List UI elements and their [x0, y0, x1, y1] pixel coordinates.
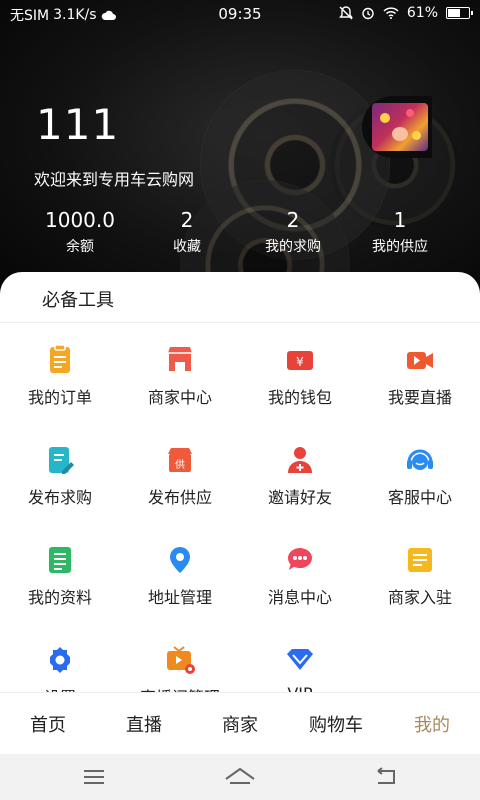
stat-label: 我的求购 [265, 239, 321, 255]
stat-value: 1 [393, 208, 407, 232]
wallet-icon: ¥ [284, 344, 316, 376]
wifi-icon [383, 7, 399, 19]
tab-live[interactable]: 直播 [96, 711, 192, 737]
vip-diamond-icon [284, 644, 316, 676]
tool-item[interactable]: 我的资料 [0, 532, 120, 622]
merchant-register-icon [404, 544, 436, 576]
tab-cart[interactable]: 购物车 [288, 711, 384, 737]
location-pin-icon [164, 544, 196, 576]
add-user-icon [284, 444, 316, 476]
tool-item[interactable]: ¥ 我的钱包 [240, 332, 360, 422]
tool-label: 消息中心 [267, 588, 332, 607]
tool-label: 发布求购 [27, 488, 92, 507]
profile-document-icon [44, 544, 76, 576]
tools-panel: 必备工具 我的订单 商家中心 ¥ 我的钱包 我要直播 发布求购供发布供应 邀请好友 客服中心我… [0, 272, 480, 692]
store-icon [164, 344, 196, 376]
tool-label: 地址管理 [147, 588, 212, 607]
stat-label: 余额 [66, 239, 94, 255]
svg-text:供: 供 [175, 458, 185, 471]
tab-mine[interactable]: 我的 [384, 711, 480, 737]
favorites-stat[interactable]: 2 收藏 [127, 208, 247, 256]
system-navigation-bar [0, 754, 480, 800]
message-bubble-icon [284, 544, 316, 576]
avatar-image [372, 103, 428, 151]
my-supply-stat[interactable]: 1 我的供应 [340, 208, 460, 256]
stat-value: 1000.0 [45, 208, 115, 232]
divider [0, 322, 480, 323]
tool-label: 我要直播 [387, 388, 452, 407]
tool-label: 设置 [0, 684, 120, 692]
headset-icon [404, 444, 436, 476]
tool-item[interactable]: 商家入驻 [360, 532, 480, 622]
my-requests-stat[interactable]: 2 我的求购 [233, 208, 353, 256]
user-name: 111 [36, 100, 120, 149]
tool-item[interactable]: 直播间管理 [120, 632, 240, 692]
svg-text:¥: ¥ [296, 355, 304, 369]
stat-label: 我的供应 [372, 239, 428, 255]
tool-item[interactable]: 客服中心 [360, 432, 480, 522]
tool-item[interactable]: 地址管理 [120, 532, 240, 622]
tool-item[interactable]: 我的订单 [0, 332, 120, 422]
avatar[interactable] [362, 96, 432, 158]
profile-header: 111 欢迎来到专用车云购网 1000.0 余额 2 收藏 2 我的求购 1 我… [0, 0, 480, 300]
status-bar: 无SIM 3.1K/s 09:35 61% [0, 0, 480, 28]
alarm-clock-icon [362, 7, 374, 20]
menu-icon[interactable] [74, 764, 114, 790]
stat-label: 收藏 [173, 239, 201, 255]
account-stats: 1000.0 余额 2 收藏 2 我的求购 1 我的供应 [0, 208, 480, 258]
tool-label: 我的钱包 [267, 388, 332, 407]
tool-label: 我的订单 [27, 388, 92, 407]
tab-home[interactable]: 首页 [0, 711, 96, 737]
video-camera-icon [404, 344, 436, 376]
settings-gear-icon [44, 644, 76, 676]
tool-label: 发布供应 [147, 488, 212, 507]
tool-label: 我的资料 [27, 588, 92, 607]
battery-percent: 61% [406, 5, 438, 21]
welcome-text: 欢迎来到专用车云购网 [34, 170, 195, 189]
edit-document-icon [44, 444, 76, 476]
stat-value: 2 [286, 208, 300, 232]
supply-shop-icon: 供 [164, 444, 196, 476]
home-icon[interactable] [220, 764, 260, 790]
tool-item[interactable]: 消息中心 [240, 532, 360, 622]
tool-label: 商家中心 [147, 388, 212, 407]
tool-item[interactable]: 设置 [0, 632, 120, 692]
tool-label: 客服中心 [387, 488, 452, 507]
tool-item[interactable]: 邀请好友 [240, 432, 360, 522]
tab-merchants[interactable]: 商家 [192, 711, 288, 737]
battery-icon [446, 7, 473, 19]
tool-label: 直播间管理 [120, 684, 240, 692]
live-room-icon [164, 644, 196, 676]
tool-item[interactable]: VIP [240, 632, 360, 692]
mute-bell-icon [338, 6, 353, 20]
tool-item[interactable]: 商家中心 [120, 332, 240, 422]
tool-label: VIP [240, 684, 360, 692]
tool-label: 邀请好友 [267, 488, 332, 507]
stat-value: 2 [180, 208, 194, 232]
tool-label: 商家入驻 [387, 588, 452, 607]
order-icon [44, 344, 76, 376]
tool-item[interactable]: 发布求购 [0, 432, 120, 522]
back-icon[interactable] [366, 764, 406, 790]
balance-stat[interactable]: 1000.0 余额 [20, 208, 140, 256]
section-title: 必备工具 [42, 290, 114, 311]
tool-item[interactable]: 我要直播 [360, 332, 480, 422]
bottom-tab-bar: 首页 直播 商家 购物车 我的 [0, 692, 480, 754]
tool-item[interactable]: 供发布供应 [120, 432, 240, 522]
